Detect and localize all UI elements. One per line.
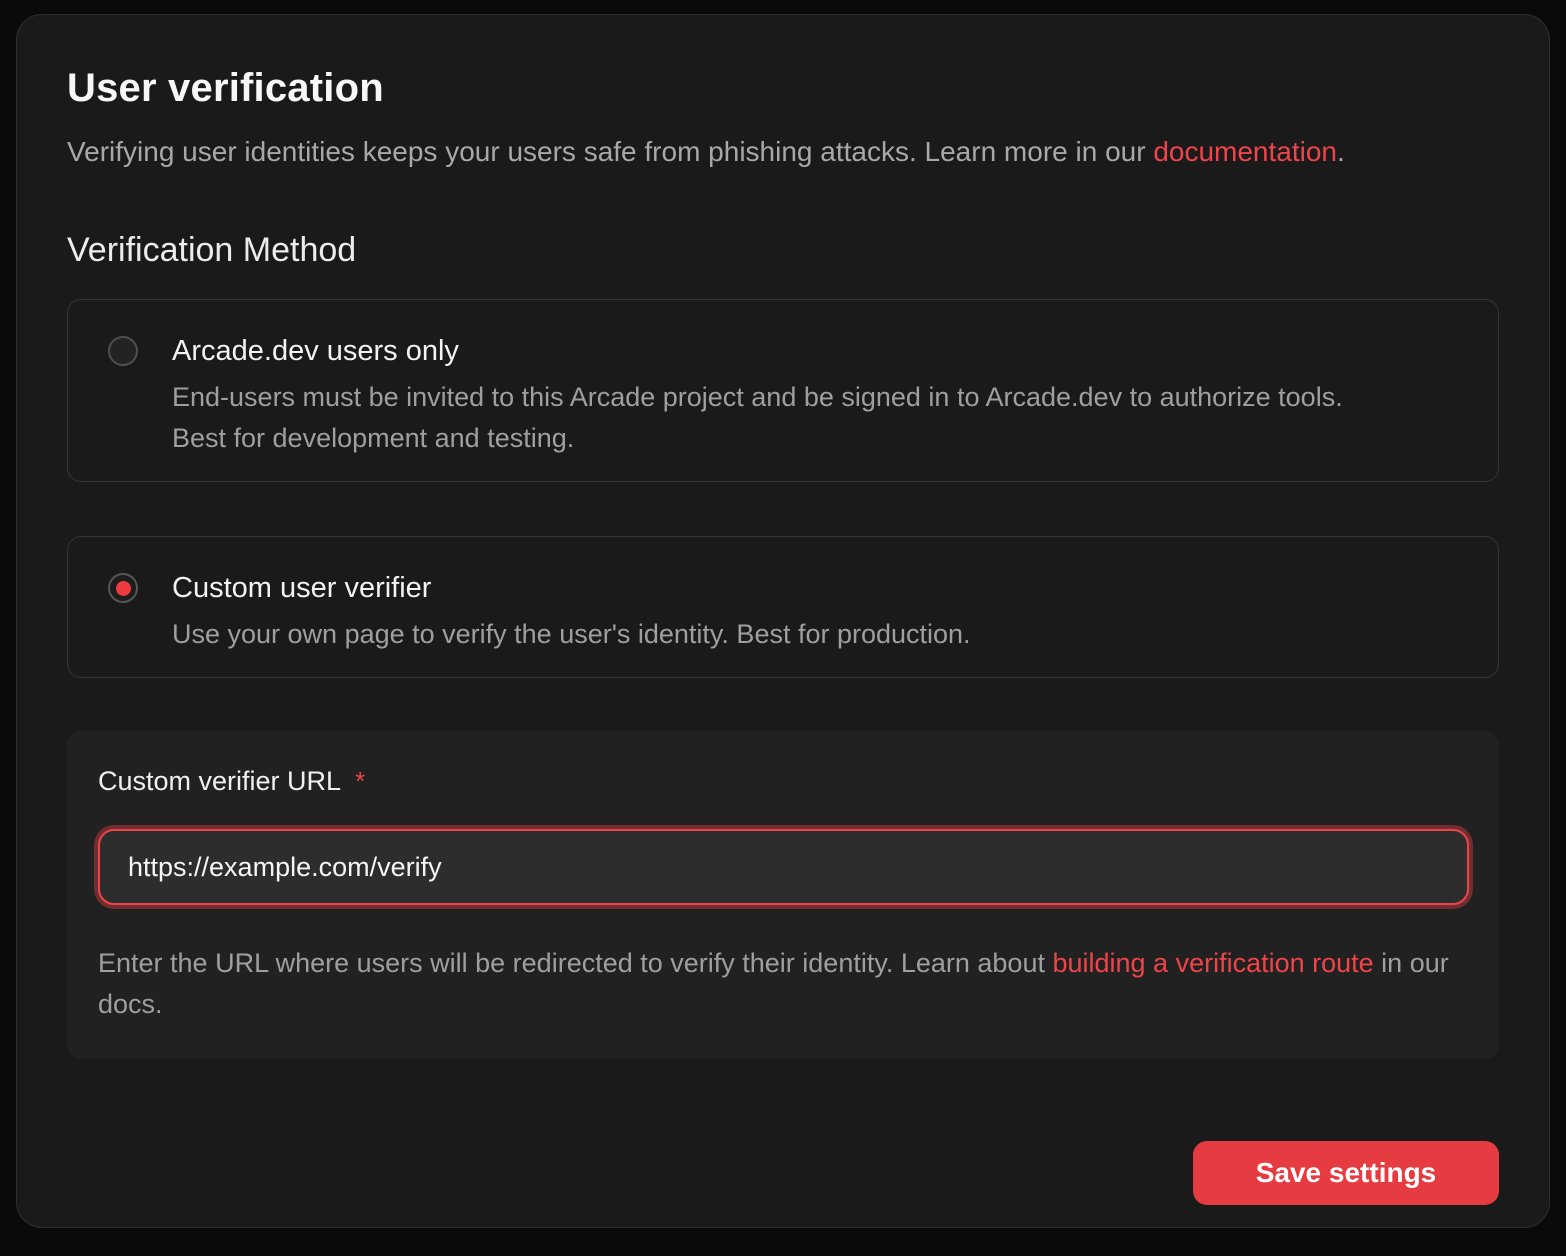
building-verification-route-link[interactable]: building a verification route (1052, 948, 1373, 978)
option-custom-user-verifier[interactable]: Custom user verifier Use your own page t… (67, 536, 1499, 678)
custom-verifier-url-panel: Custom verifier URL * Enter the URL wher… (67, 731, 1499, 1059)
radio-custom-user-verifier[interactable] (108, 573, 138, 603)
option-description: End-users must be invited to this Arcade… (172, 377, 1343, 459)
user-verification-settings-card: User verification Verifying user identit… (16, 14, 1550, 1228)
option-title: Arcade.dev users only (172, 332, 1343, 370)
actions-row: Save settings (67, 1141, 1499, 1205)
helper-text: Enter the URL where users will be redire… (98, 948, 1052, 978)
page-subtitle: Verifying user identities keeps your use… (67, 133, 1499, 171)
radio-dot (116, 581, 131, 596)
required-asterisk: * (355, 763, 365, 799)
page-title: User verification (67, 65, 1499, 111)
subtitle-period: . (1337, 136, 1345, 167)
custom-verifier-url-input[interactable] (98, 829, 1469, 905)
option-description-line: Use your own page to verify the user's i… (172, 614, 971, 655)
save-settings-button[interactable]: Save settings (1193, 1141, 1499, 1205)
option-description-line: End-users must be invited to this Arcade… (172, 377, 1343, 418)
option-description-line: Best for development and testing. (172, 418, 1343, 459)
option-arcade-users-only[interactable]: Arcade.dev users only End-users must be … (67, 299, 1499, 482)
documentation-link[interactable]: documentation (1153, 136, 1337, 167)
verification-method-heading: Verification Method (67, 229, 1499, 271)
subtitle-text: Verifying user identities keeps your use… (67, 136, 1153, 167)
custom-verifier-url-label: Custom verifier URL (98, 763, 341, 799)
option-text-block: Custom user verifier Use your own page t… (172, 569, 971, 655)
custom-verifier-url-label-row: Custom verifier URL * (98, 763, 1469, 799)
custom-verifier-url-helper: Enter the URL where users will be redire… (98, 943, 1468, 1025)
option-description: Use your own page to verify the user's i… (172, 614, 971, 655)
option-title: Custom user verifier (172, 569, 971, 607)
option-text-block: Arcade.dev users only End-users must be … (172, 332, 1343, 459)
radio-arcade-users-only[interactable] (108, 336, 138, 366)
